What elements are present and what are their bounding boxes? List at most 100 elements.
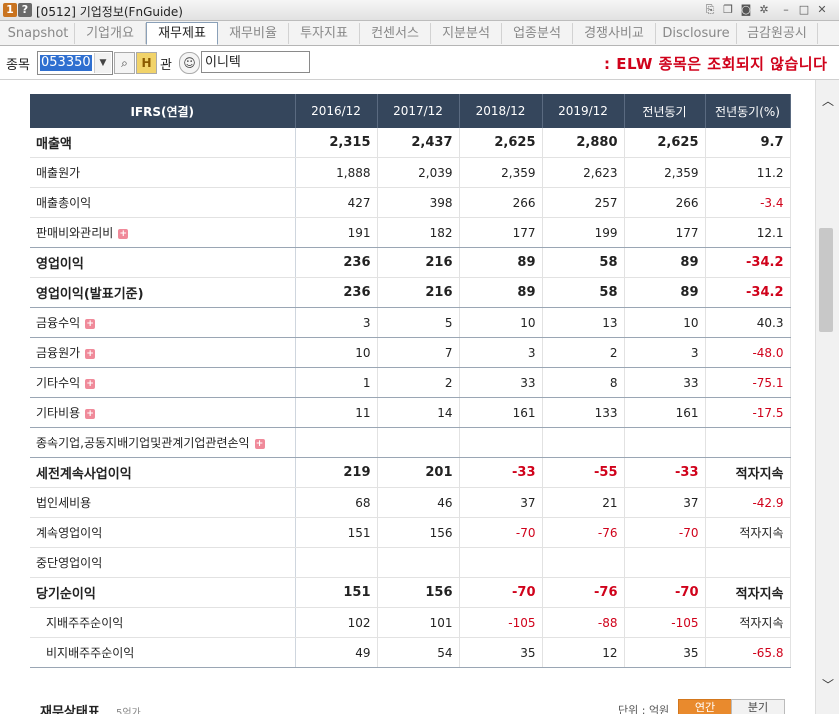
value-cell: 68 [295, 487, 378, 518]
row-label-text: 지배주주순이익 [46, 616, 124, 630]
tab-industry-analysis[interactable]: 업종분석 [502, 23, 573, 44]
value-cell: -105 [624, 607, 706, 638]
value-cell: 적자지속 [705, 607, 791, 638]
table-row: 매출원가 1,888 2,039 2,359 2,623 2,359 11.2 [30, 157, 791, 188]
row-label[interactable]: 기타비용 + [30, 397, 296, 428]
value-cell: 40.3 [705, 307, 791, 338]
tab-competitor-compare[interactable]: 경쟁사비교 [573, 23, 656, 44]
person-icon[interactable]: ☺ [179, 52, 200, 74]
row-label[interactable]: 종속기업,공동지배기업및관계기업관련손익 + [30, 427, 296, 458]
value-cell: 21 [542, 487, 625, 518]
minimize-icon[interactable]: – [778, 2, 794, 18]
expand-plus-icon[interactable]: + [118, 228, 129, 239]
value-cell: 216 [377, 277, 460, 308]
row-label: 세전계속사업이익 [30, 457, 296, 488]
value-cell: 3 [624, 337, 706, 368]
value-cell: 236 [295, 277, 378, 308]
value-cell: 적자지속 [705, 457, 791, 488]
row-label: 계속영업이익 [30, 517, 296, 548]
vertical-scrollbar[interactable]: ︿ ﹀ [815, 80, 839, 714]
link-icon[interactable]: ⎘ [702, 2, 718, 18]
value-cell: 2,437 [377, 128, 460, 158]
chevron-down-icon[interactable]: ﹀ [820, 676, 836, 692]
value-cell [624, 427, 706, 458]
row-label[interactable]: 금융수익 + [30, 307, 296, 338]
row-label[interactable]: 기타수익 + [30, 367, 296, 398]
value-cell: 216 [377, 247, 460, 278]
stock-code-input[interactable]: 053350 ▼ [37, 51, 113, 75]
tab-financial-ratios[interactable]: 재무비율 [218, 23, 289, 44]
copy-icon[interactable]: ❐ [720, 2, 736, 18]
table-row: 기타비용 +11 14 161 133 161 -17.5 [30, 397, 791, 428]
value-cell: 1 [295, 367, 378, 398]
header-prev-period: 전년동기 [624, 94, 706, 128]
camera-icon[interactable]: ◙ [738, 2, 754, 18]
tab-consensus[interactable]: 컨센서스 [360, 23, 431, 44]
row-label-text: 영업이익(발표기준) [36, 287, 144, 302]
value-cell: -70 [459, 577, 543, 608]
expand-plus-icon[interactable]: + [85, 348, 96, 359]
tab-fss-disclosure[interactable]: 금감원공시 [737, 23, 818, 44]
tab-investment-indicators[interactable]: 투자지표 [289, 23, 360, 44]
scrollbar-thumb[interactable] [819, 228, 833, 332]
table-row: 세전계속사업이익 219 201 -33 -55 -33 적자지속 [30, 457, 791, 488]
value-cell: -34.2 [705, 247, 791, 278]
value-cell: 13 [542, 307, 625, 338]
chevron-up-icon[interactable]: ︿ [820, 92, 836, 108]
value-cell [542, 547, 625, 578]
table-row: 금융수익 +3 5 10 13 10 40.3 [30, 307, 791, 338]
header-2018: 2018/12 [459, 94, 543, 128]
search-icon[interactable]: ⌕ [114, 52, 135, 74]
table-row: 판매비와관리비 +191 182 177 199 177 12.1 [30, 217, 791, 248]
expand-plus-icon[interactable]: + [254, 438, 265, 449]
tab-company-overview[interactable]: 기업개요 [75, 23, 146, 44]
row-label[interactable]: 판매비와관리비 + [30, 217, 296, 248]
value-cell: 9.7 [705, 128, 791, 158]
header-prev-period-pct: 전년동기(%) [705, 94, 791, 128]
expand-plus-icon[interactable]: + [85, 378, 96, 389]
value-cell: 33 [624, 367, 706, 398]
value-cell: 12.1 [705, 217, 791, 248]
row-label[interactable]: 금융원가 + [30, 337, 296, 368]
table-header-row: IFRS(연결) 2016/12 2017/12 2018/12 2019/12… [30, 94, 791, 128]
watch-label[interactable]: 관 [160, 54, 172, 73]
row-label-text: 세전계속사업이익 [36, 467, 132, 482]
value-cell: -88 [542, 607, 625, 638]
tab-disclosure[interactable]: Disclosure [656, 23, 737, 44]
value-cell: 191 [295, 217, 378, 248]
row-label-text: 판매비와관리비 [36, 226, 114, 240]
maximize-icon[interactable]: □ [796, 2, 812, 18]
value-cell: 2,359 [459, 157, 543, 188]
expand-plus-icon[interactable]: + [85, 318, 96, 329]
value-cell: 177 [459, 217, 543, 248]
value-cell: 102 [295, 607, 378, 638]
value-cell: 3 [295, 307, 378, 338]
value-cell: 101 [377, 607, 460, 638]
tab-financial-statements[interactable]: 재무제표 [146, 22, 218, 45]
value-cell: 398 [377, 187, 460, 218]
expand-plus-icon[interactable]: + [85, 408, 96, 419]
value-cell: 156 [377, 577, 460, 608]
row-label: 매출액 [30, 128, 296, 158]
chevron-down-icon[interactable]: ▼ [94, 53, 111, 73]
value-cell [377, 427, 460, 458]
help-icon[interactable]: ? [18, 3, 32, 17]
unit-label: 단위 : 억원 [618, 704, 670, 714]
value-cell: -33 [624, 457, 706, 488]
value-cell [705, 547, 791, 578]
value-cell: 적자지속 [705, 517, 791, 548]
value-cell: -70 [459, 517, 543, 548]
gear-icon[interactable]: ✲ [756, 2, 772, 18]
tab-ownership[interactable]: 지분분석 [431, 23, 502, 44]
income-statement-table: IFRS(연결) 2016/12 2017/12 2018/12 2019/12… [30, 94, 791, 668]
row-label-text: 비지배주주순이익 [46, 646, 135, 660]
table-row: 법인세비용 68 46 37 21 37 -42.9 [30, 487, 791, 518]
table-row: 비지배주주순이익 49 54 35 12 35 -65.8 [30, 637, 791, 668]
favorite-icon[interactable]: H [136, 52, 157, 74]
elw-notice: : ELW 종목은 조회되지 않습니다 [604, 55, 828, 73]
tab-snapshot[interactable]: Snapshot [2, 23, 75, 44]
toggle-annual[interactable]: 연간 [678, 699, 732, 714]
value-cell: 161 [624, 397, 706, 428]
close-icon[interactable]: ✕ [814, 2, 830, 18]
toggle-quarterly[interactable]: 분기 [731, 699, 785, 714]
